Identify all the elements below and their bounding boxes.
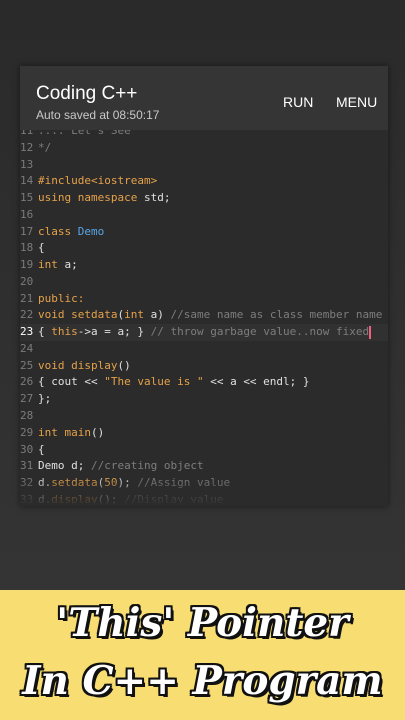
line-number: 12 xyxy=(20,140,34,154)
line-number: 20 xyxy=(20,274,34,288)
code-line[interactable]: 29 int main() xyxy=(20,425,388,442)
code-token: void xyxy=(38,358,65,372)
code-token: { xyxy=(38,241,45,255)
code-token: int xyxy=(38,258,58,272)
code-line[interactable]: 20 xyxy=(20,274,388,291)
app-window: Coding C++ Auto saved at 08:50:17 RUN ME… xyxy=(20,66,388,506)
code-line[interactable]: 16 xyxy=(20,207,388,224)
line-number: 19 xyxy=(20,258,34,272)
run-button[interactable]: RUN xyxy=(283,94,313,110)
menu-button[interactable]: MENU xyxy=(336,94,377,110)
code-token: main xyxy=(64,425,92,439)
code-token: { cout << xyxy=(38,375,105,389)
code-line[interactable]: 26 { cout << "The value is " << a << endl… xyxy=(20,374,388,391)
code-line[interactable]: 23 { this->a = a; } // throw garbage valu… xyxy=(20,324,388,341)
line-number: 15 xyxy=(20,191,34,205)
code-token: */ xyxy=(38,140,52,154)
code-line[interactable]: 30 { xyxy=(20,442,388,459)
code-line[interactable]: 25 void display() xyxy=(20,358,388,375)
line-number: 14 xyxy=(20,174,34,188)
code-token: #include xyxy=(38,174,91,188)
autosave-status: Auto saved at 08:50:17 xyxy=(36,108,160,122)
code-token: setdata xyxy=(71,308,118,322)
code-token: a; xyxy=(57,258,78,272)
code-token: class xyxy=(38,224,72,238)
code-line[interactable]: 17 class Demo xyxy=(20,224,388,241)
code-token: //same name as class member name xyxy=(170,308,383,322)
code-line[interactable]: 28 xyxy=(20,408,388,425)
code-editor[interactable]: 11.... Let's See 12 */13 14 #include<iostrea… xyxy=(20,123,388,506)
line-number: 21 xyxy=(20,291,34,305)
code-line[interactable]: 19 int a; xyxy=(20,257,388,274)
code-token: //creating object xyxy=(90,459,204,473)
line-number: 16 xyxy=(20,207,34,221)
code-token: Demo d; xyxy=(38,459,91,473)
code-token: { xyxy=(38,442,45,456)
code-line[interactable]: 15 using namespace std; xyxy=(20,190,388,207)
code-token: public: xyxy=(38,291,85,305)
line-number: 22 xyxy=(20,308,34,322)
line-number: 26 xyxy=(20,375,34,389)
code-line[interactable]: 14 #include<iostream> xyxy=(20,173,388,190)
code-token: a) xyxy=(143,308,171,322)
code-token: <iostream> xyxy=(90,174,158,188)
code-token: Demo xyxy=(77,224,105,238)
line-number: 27 xyxy=(20,392,34,406)
line-number: 25 xyxy=(20,358,34,372)
code-line[interactable]: 18 { xyxy=(20,240,388,257)
code-token: { xyxy=(38,325,52,339)
code-token: this xyxy=(51,325,78,339)
line-number: 24 xyxy=(20,341,34,355)
banner-title-line2: In C++ Program xyxy=(22,658,383,704)
code-token: () xyxy=(91,425,105,439)
line-number: 29 xyxy=(20,425,34,439)
code-token: display xyxy=(71,358,118,372)
code-line[interactable]: 31 Demo d; //creating object xyxy=(20,458,388,475)
app-title: Coding C++ xyxy=(36,83,138,104)
editor-fade xyxy=(20,476,388,506)
code-token: using namespace xyxy=(38,191,138,205)
banner-title-line1: 'This' Pointer xyxy=(56,600,349,646)
line-number: 18 xyxy=(20,241,34,255)
code-line[interactable]: 21 public: xyxy=(20,291,388,308)
code-line[interactable]: 12 */ xyxy=(20,140,388,157)
code-token: int xyxy=(124,308,144,322)
code-line[interactable]: 22 void setdata(int a) //same name as cla… xyxy=(20,307,388,324)
code-token: "The value is " xyxy=(104,375,204,389)
code-token: // throw garbage value..now fixed xyxy=(150,325,370,339)
app-toolbar: Coding C++ Auto saved at 08:50:17 RUN ME… xyxy=(20,66,388,130)
code-token: << a << endl; } xyxy=(203,375,310,389)
code-line[interactable]: 13 xyxy=(20,157,388,174)
line-number: 28 xyxy=(20,409,34,423)
code-token: () xyxy=(117,358,131,372)
line-number: 30 xyxy=(20,442,34,456)
code-token: void xyxy=(38,308,65,322)
code-token: int xyxy=(38,425,58,439)
code-line[interactable]: 24 xyxy=(20,341,388,358)
line-number: 13 xyxy=(20,157,34,171)
code-token: ->a = a; } xyxy=(77,325,151,339)
line-number: 31 xyxy=(20,459,34,473)
line-number: 23 xyxy=(20,325,34,339)
line-number: 17 xyxy=(20,224,34,238)
code-token: }; xyxy=(38,392,52,406)
code-line[interactable]: 27}; xyxy=(20,391,388,408)
text-cursor xyxy=(369,325,372,339)
code-token: std; xyxy=(137,191,171,205)
